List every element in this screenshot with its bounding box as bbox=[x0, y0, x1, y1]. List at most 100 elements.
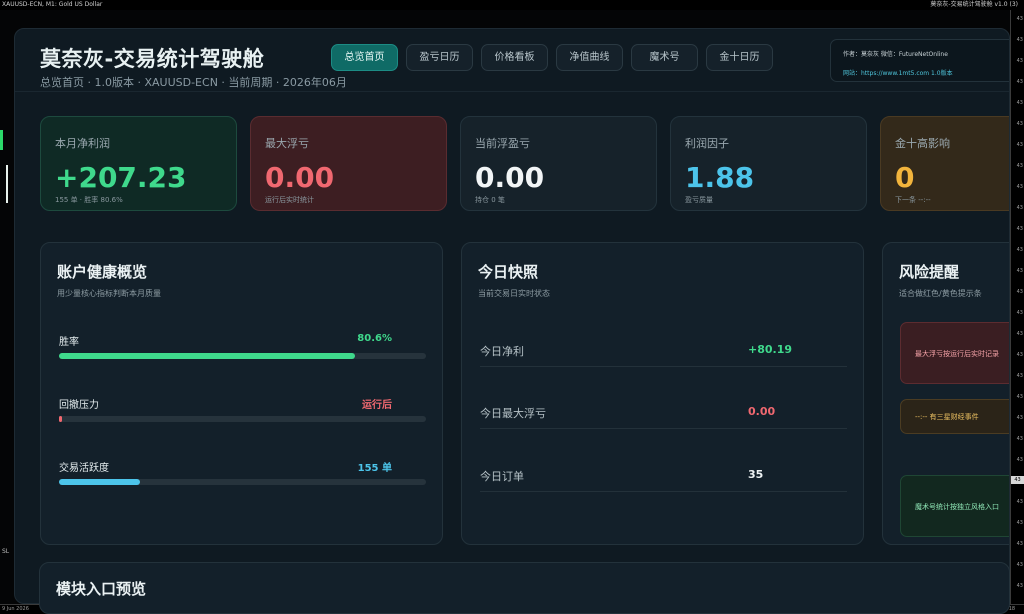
snapshot-label: 今日最大浮亏 bbox=[480, 407, 546, 420]
price-tick: 43 bbox=[1016, 373, 1023, 379]
metric-drawdown-pressure: 回撤压力 运行后 bbox=[59, 396, 426, 422]
risk-alert-panel: 风险提醒 适合做红色/黄色提示条 最大浮亏按运行后实时记录 --:-- 有三星财… bbox=[882, 242, 1009, 545]
tab-magic-number[interactable]: 魔术号 bbox=[631, 44, 698, 71]
today-snapshot-panel: 今日快照 当前交易日实时状态 今日净利 +80.19 今日最大浮亏 0.00 今… bbox=[461, 242, 864, 545]
card-label: 当前浮盈亏 bbox=[475, 137, 530, 150]
progress-track bbox=[59, 479, 426, 485]
section-title: 模块入口预览 bbox=[56, 580, 147, 598]
author-info-box: 作者：莫奈灰 微信：FutureNetOnline 网站：https://www… bbox=[830, 39, 1009, 82]
candle-bar bbox=[6, 165, 8, 203]
metric-win-rate: 胜率 80.6% bbox=[59, 333, 426, 359]
card-label: 最大浮亏 bbox=[265, 137, 309, 150]
price-tick: 43 bbox=[1016, 499, 1023, 505]
price-tick: 43 bbox=[1016, 310, 1023, 316]
author-info: 作者：莫奈灰 微信：FutureNetOnline bbox=[843, 51, 948, 58]
account-health-panel: 账户健康概览 用少量核心指标判断本月质量 胜率 80.6% 回撤压力 运行后 交… bbox=[40, 242, 443, 545]
panel-title: 今日快照 bbox=[478, 263, 539, 281]
progress-track bbox=[59, 416, 426, 422]
card-label: 利润因子 bbox=[685, 137, 729, 150]
price-tick: 43 bbox=[1016, 79, 1023, 85]
price-tick: 43 bbox=[1016, 121, 1023, 127]
card-value: 0 bbox=[895, 161, 915, 194]
price-tick: 43 bbox=[1016, 247, 1023, 253]
price-tick: 43 bbox=[1016, 436, 1023, 442]
snapshot-label: 今日净利 bbox=[480, 345, 524, 358]
price-tick: 43 bbox=[1016, 226, 1023, 232]
price-tick: 43 bbox=[1016, 58, 1023, 64]
page-title: 莫奈灰-交易统计驾驶舱 bbox=[40, 47, 265, 71]
card-subtext: 运行后实时统计 bbox=[265, 196, 314, 204]
price-tick: 43 bbox=[1016, 16, 1023, 22]
price-axis: 43 43 43 43 43 43 43 43 43 43 43 43 43 43 43 43 43 43 43 43… bbox=[1010, 10, 1024, 604]
progress-fill bbox=[59, 416, 62, 422]
price-tick: 43 bbox=[1016, 205, 1023, 211]
snapshot-row-net-profit: 今日净利 +80.19 bbox=[480, 339, 847, 367]
panel-title: 风险提醒 bbox=[899, 263, 960, 281]
card-value: +207.23 bbox=[55, 161, 187, 194]
price-tick: 43 bbox=[1016, 142, 1023, 148]
alert-financial-event: --:-- 有三星财经事件 bbox=[900, 399, 1009, 434]
card-label: 本月净利润 bbox=[55, 137, 110, 150]
card-max-floating-loss: 最大浮亏 0.00 运行后实时统计 bbox=[250, 116, 447, 211]
snapshot-label: 今日订单 bbox=[480, 470, 524, 483]
sl-label: SL bbox=[2, 548, 10, 555]
card-profit-factor: 利润因子 1.88 盈亏质量 bbox=[670, 116, 867, 211]
price-tick: 43 bbox=[1016, 541, 1023, 547]
card-subtext: 持仓 0 笔 bbox=[475, 196, 505, 204]
card-current-floating-pnl: 当前浮盈亏 0.00 持仓 0 笔 bbox=[460, 116, 657, 211]
price-tick: 43 bbox=[1016, 457, 1023, 463]
tab-bar: 总览首页 盈亏日历 价格看板 净值曲线 魔术号 金十日历 bbox=[331, 44, 773, 71]
page-subtitle: 总览首页 · 1.0版本 · XAUUSD-ECN · 当前周期 · 2026年… bbox=[40, 76, 347, 89]
price-tick: 43 bbox=[1016, 394, 1023, 400]
alert-magic-number: 魔术号统计按独立风格入口 bbox=[900, 475, 1009, 537]
snapshot-row-orders: 今日订单 35 bbox=[480, 464, 847, 492]
candle-bar bbox=[0, 130, 3, 150]
progress-fill bbox=[59, 479, 140, 485]
price-tick: 43 bbox=[1016, 184, 1023, 190]
progress-fill bbox=[59, 353, 355, 359]
card-jin10-high-impact: 金十高影响 0 下一条 --:-- bbox=[880, 116, 1009, 211]
panel-description: 用少量核心指标判断本月质量 bbox=[57, 289, 161, 298]
tab-pnl-calendar[interactable]: 盈亏日历 bbox=[406, 44, 473, 71]
ea-title: 莫奈灰-交易统计驾驶舱 v1.0 (3) bbox=[930, 1, 1018, 8]
time-tick: 9 Jun 2026 bbox=[2, 606, 29, 612]
tab-overview[interactable]: 总览首页 bbox=[331, 44, 398, 71]
terminal-titlebar: XAUUSD-ECN, M1: Gold US Dollar 莫奈灰-交易统计驾… bbox=[0, 0, 1024, 10]
metric-label: 胜率 bbox=[59, 337, 79, 348]
price-tick: 43 bbox=[1016, 352, 1023, 358]
metric-value: 80.6% bbox=[357, 333, 392, 344]
module-entry-preview: 模块入口预览 bbox=[39, 562, 1010, 614]
card-label: 金十高影响 bbox=[895, 137, 950, 150]
metric-value: 运行后 bbox=[362, 400, 392, 411]
panel-title: 账户健康概览 bbox=[57, 263, 148, 281]
snapshot-value: +80.19 bbox=[748, 343, 793, 356]
card-value: 0.00 bbox=[265, 161, 335, 194]
price-tick: 43 bbox=[1016, 583, 1023, 589]
snapshot-value: 0.00 bbox=[748, 405, 776, 418]
metric-label: 回撤压力 bbox=[59, 400, 99, 411]
header-divider bbox=[15, 91, 1009, 92]
price-tick: 43 bbox=[1016, 163, 1023, 169]
price-tick: 43 bbox=[1016, 520, 1023, 526]
snapshot-value: 35 bbox=[748, 468, 764, 481]
card-monthly-net-profit: 本月净利润 +207.23 155 单 · 胜率 80.6% bbox=[40, 116, 237, 211]
metric-value: 155 单 bbox=[357, 463, 392, 474]
metric-label: 交易活跃度 bbox=[59, 463, 109, 474]
tab-equity-curve[interactable]: 净值曲线 bbox=[556, 44, 623, 71]
price-tick: 43 bbox=[1016, 562, 1023, 568]
card-subtext: 盈亏质量 bbox=[685, 196, 713, 204]
alert-max-floating-loss: 最大浮亏按运行后实时记录 bbox=[900, 322, 1009, 384]
card-value: 1.88 bbox=[685, 161, 755, 194]
website-link[interactable]: 网站：https://www.1mt5.com 1.0版本 bbox=[843, 68, 953, 77]
price-tick: 43 bbox=[1016, 331, 1023, 337]
price-tick: 43 bbox=[1016, 37, 1023, 43]
card-subtext: 下一条 --:-- bbox=[895, 196, 931, 204]
price-tick: 43 bbox=[1016, 268, 1023, 274]
tab-price-board[interactable]: 价格看板 bbox=[481, 44, 548, 71]
card-value: 0.00 bbox=[475, 161, 545, 194]
progress-track bbox=[59, 353, 426, 359]
card-subtext: 155 单 · 胜率 80.6% bbox=[55, 196, 123, 204]
tab-jin10-calendar[interactable]: 金十日历 bbox=[706, 44, 773, 71]
current-price-label: 43 bbox=[1011, 476, 1024, 484]
chart-title: XAUUSD-ECN, M1: Gold US Dollar bbox=[2, 1, 103, 8]
